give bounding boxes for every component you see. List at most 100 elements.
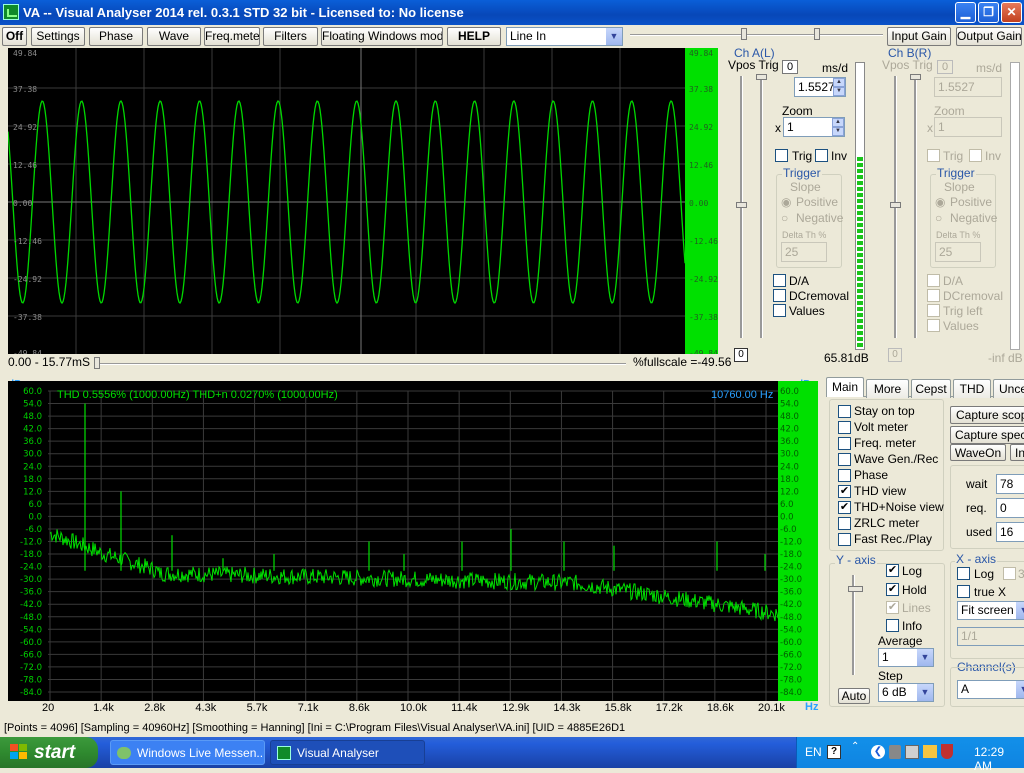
channel-a-zoom-input[interactable]: 1 ▲ ▼ [783,117,845,137]
channel-a-trig-checkbox[interactable] [775,149,788,162]
y-log-checkbox[interactable]: ✔ [886,564,899,577]
channel-b-delta-input[interactable]: 25 [935,242,981,262]
taskbar-item-messenger[interactable]: Windows Live Messen... [110,740,265,765]
help-icon[interactable]: ? [827,745,841,759]
channel-a-vpos-thumb[interactable] [736,202,747,208]
channel-a-ms-input[interactable]: 1.5527 ▲ ▼ [794,77,846,97]
channel-b-trig-track[interactable] [914,76,917,338]
taskbar-item-visual-analyser[interactable]: Visual Analyser [270,740,425,765]
scope-position-track[interactable] [96,363,626,365]
channel-b-zoom-value: 1 [938,120,945,134]
help-button[interactable]: HELP [447,27,501,46]
level-slider-track[interactable] [630,34,883,36]
x-3-checkbox[interactable] [1003,567,1016,580]
option-checkbox[interactable] [838,437,851,450]
spin-up-icon[interactable]: ▲ [833,78,845,87]
spectrum-display[interactable]: 60.0 54.0 48.0 42.0 36.0 30.0 24.0 18.0 12.0 6.0 0… [8,381,778,701]
radio-icon[interactable]: ○ [781,211,788,225]
shield-icon[interactable] [941,744,953,759]
folder-icon[interactable] [923,745,937,758]
step-select[interactable]: 6 dB ▼ [878,683,934,702]
in-button[interactable]: In [1010,444,1024,461]
tab-cepst[interactable]: Cepst [911,379,951,398]
expand-tray-icon[interactable]: ❮ [871,745,885,759]
channel-a-dcremoval-checkbox[interactable] [773,289,786,302]
spin-down-icon[interactable]: ▼ [833,87,845,96]
maximize-button[interactable]: ❐ [978,2,999,23]
channel-b-zero-button[interactable]: 0 [937,60,953,74]
capture-scope-button[interactable]: Capture scope [950,406,1024,424]
channel-b-ms-input[interactable]: 1.5527 [934,77,1002,97]
language-indicator[interactable]: EN [805,745,822,759]
ratio-select[interactable]: 1/1 [957,627,1024,646]
network-icon[interactable] [905,745,919,759]
true-x-checkbox[interactable] [957,585,970,598]
ratio-value: 1/1 [961,629,978,643]
capture-spectrum-button[interactable]: Capture spectrum [950,426,1024,444]
level-slider-thumb-right[interactable] [814,28,820,40]
channel-a-zero-button[interactable]: 0 [782,60,798,74]
option-checkbox[interactable] [838,533,851,546]
off-button[interactable]: Off [2,27,27,46]
waveon-button[interactable]: WaveOn [950,444,1006,461]
channel-a-delta-input[interactable]: 25 [781,242,827,262]
oscilloscope-display[interactable]: 49.84 37.38 24.92 12.46 0.00 -12.46 -24.92 -37.… [8,48,685,354]
option-checkbox[interactable]: ✔ [838,501,851,514]
freqmeter-button[interactable]: Freq.meter [204,27,260,46]
channel-a-trig-thumb[interactable] [756,74,767,80]
close-button[interactable]: ✕ [1001,2,1022,23]
tray-arrow-icon[interactable]: ⌃ [851,741,859,752]
channel-b-zoom-input[interactable]: 1 [934,117,1002,137]
y-info-checkbox[interactable] [886,619,899,632]
channel-b-trig-left-checkbox[interactable] [927,304,940,317]
option-checkbox[interactable]: ✔ [838,485,851,498]
channel-b-da-checkbox[interactable] [927,274,940,287]
channel-a-bottom-zero[interactable]: 0 [734,348,748,362]
minimize-button[interactable]: ▁ [955,2,976,23]
channel-b-dcremoval-checkbox[interactable] [927,289,940,302]
level-slider-thumb-left[interactable] [741,28,747,40]
average-select[interactable]: 1 ▼ [878,648,934,667]
radio-icon[interactable]: ◉ [781,195,791,209]
input-source-select[interactable]: Line In ▼ [506,27,623,46]
channel-a-trig-track[interactable] [760,76,763,338]
channel-b-vpos-thumb[interactable] [890,202,901,208]
y-hold-checkbox[interactable]: ✔ [886,583,899,596]
x-log-checkbox[interactable] [957,567,970,580]
tab-more[interactable]: More [866,379,909,398]
channels-select[interactable]: A▼ [957,680,1024,699]
channel-a-da-checkbox[interactable] [773,274,786,287]
tab-unce[interactable]: Unce [993,379,1024,398]
spin-down-icon[interactable]: ▼ [832,127,844,136]
spectrum-meter-tick: -12.0 [780,538,802,548]
speaker-icon[interactable] [889,745,901,759]
phase-button[interactable]: Phase [89,27,143,46]
auto-button[interactable]: Auto [838,688,870,704]
wave-button[interactable]: Wave [147,27,201,46]
start-button[interactable]: start [0,737,98,768]
channel-b-trig-checkbox[interactable] [927,149,940,162]
option-checkbox[interactable] [838,453,851,466]
radio-icon[interactable]: ◉ [935,195,945,209]
option-checkbox[interactable] [838,517,851,530]
radio-icon[interactable]: ○ [935,211,942,225]
channel-a-values-checkbox[interactable] [773,304,786,317]
scope-position-thumb[interactable] [94,357,100,369]
settings-button[interactable]: Settings [31,27,85,46]
floating-windows-button[interactable]: Floating Windows mode [321,27,443,46]
channel-b-bottom-zero[interactable]: 0 [888,348,902,362]
tab-thd[interactable]: THD [953,379,991,398]
y-axis-slider-thumb[interactable] [848,586,863,592]
tab-main[interactable]: Main [826,377,864,397]
channel-a-inv-checkbox[interactable] [815,149,828,162]
option-checkbox[interactable] [838,469,851,482]
spin-up-icon[interactable]: ▲ [832,118,844,127]
channel-b-trig-thumb[interactable] [910,74,921,80]
fit-select[interactable]: Fit screen▼ [957,601,1024,620]
filters-button[interactable]: Filters [263,27,318,46]
option-checkbox[interactable] [838,421,851,434]
option-checkbox[interactable] [838,405,851,418]
channel-b-values-checkbox[interactable] [927,319,940,332]
channel-b-inv-checkbox[interactable] [969,149,982,162]
y-lines-checkbox[interactable]: ✔ [886,601,899,614]
